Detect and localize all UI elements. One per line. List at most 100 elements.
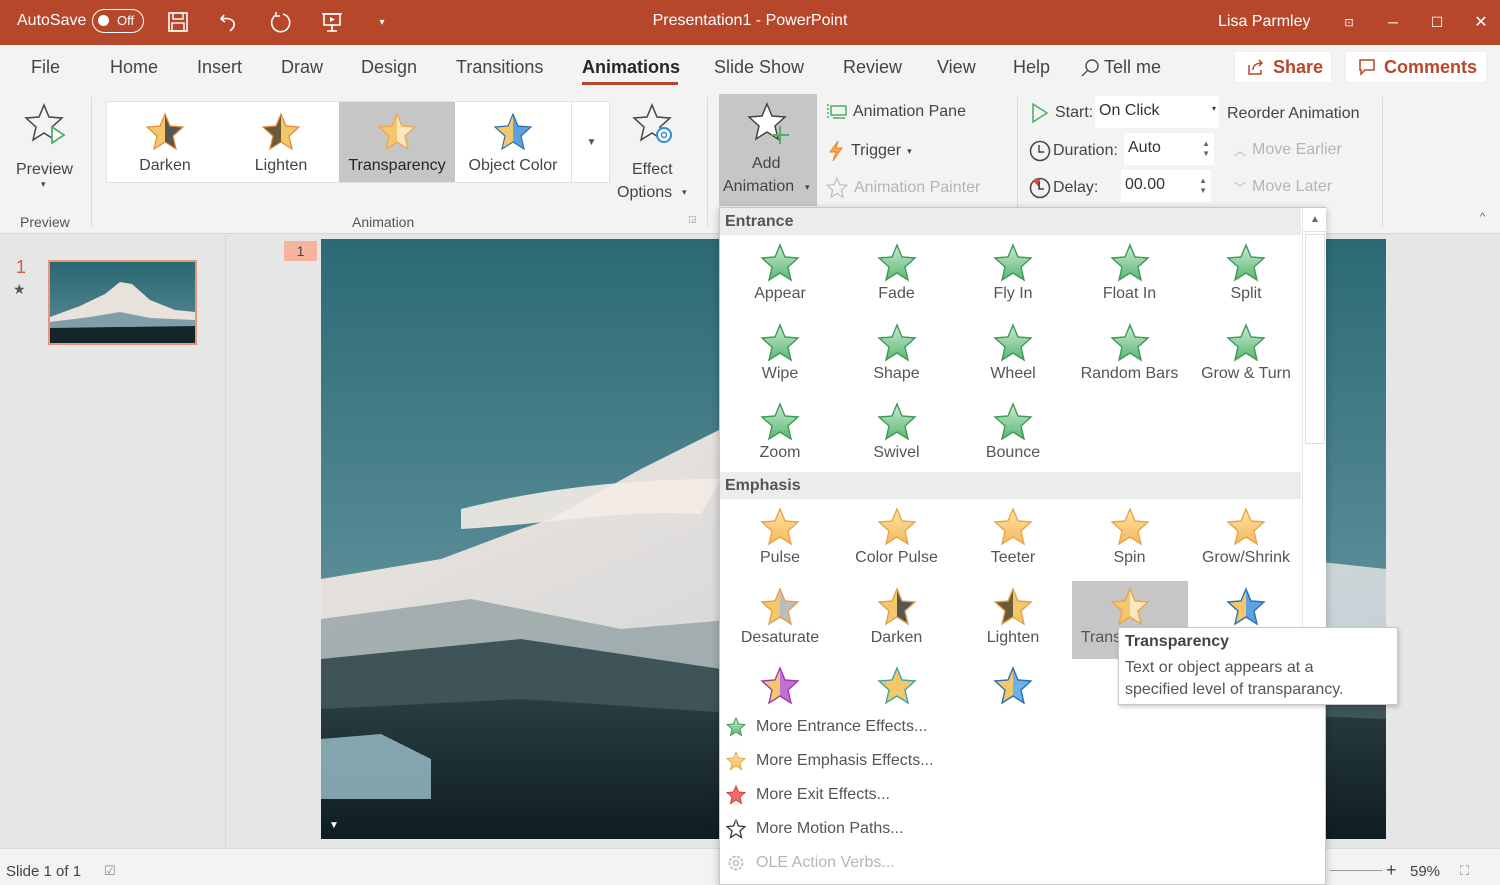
animation-pane-icon bbox=[827, 104, 847, 120]
duration-spinner[interactable]: ▲ ▼ bbox=[1202, 139, 1210, 159]
delay-label: Delay: bbox=[1053, 179, 1099, 196]
share-button[interactable]: Share bbox=[1234, 51, 1332, 83]
effect-grow-shrink[interactable]: Grow/Shrink bbox=[1188, 501, 1304, 579]
duration-input[interactable]: Auto ▲ ▼ bbox=[1124, 133, 1214, 165]
animation-pane-button[interactable]: Animation Pane bbox=[825, 103, 966, 121]
effect-shape[interactable]: Shape bbox=[839, 317, 955, 395]
tab-review[interactable]: Review bbox=[843, 57, 902, 78]
more-motion-paths[interactable]: More Motion Paths... bbox=[720, 813, 1300, 845]
effect-lighten[interactable]: Lighten bbox=[955, 581, 1071, 659]
spin-star-icon bbox=[1110, 508, 1149, 545]
slide-thumbnail[interactable] bbox=[48, 260, 197, 345]
tab-help[interactable]: Help bbox=[1013, 57, 1050, 78]
ribbon-display-options-icon[interactable]: ⊡ bbox=[1337, 10, 1361, 34]
user-name[interactable]: Lisa Parmley bbox=[1218, 13, 1310, 31]
preview-group-label: Preview bbox=[20, 214, 70, 230]
more-emphasis-effects[interactable]: More Emphasis Effects... bbox=[720, 745, 1300, 777]
comments-label: Comments bbox=[1384, 56, 1478, 77]
motion-path-star-icon bbox=[726, 819, 746, 839]
tab-animations[interactable]: Animations bbox=[582, 57, 680, 78]
gallery-item-transparency[interactable]: Transparency bbox=[339, 102, 455, 182]
wipe-star-icon bbox=[761, 323, 799, 361]
accessibility-check-icon[interactable]: ☑ bbox=[104, 863, 116, 879]
dialog-launcher-icon[interactable]: ◲ bbox=[688, 214, 697, 225]
maximize-icon[interactable]: ☐ bbox=[1425, 10, 1449, 34]
trigger-button[interactable]: Trigger ▾ bbox=[827, 140, 912, 162]
slide-info: Slide 1 of 1 bbox=[6, 863, 82, 880]
preview-button[interactable]: Preview ▾ bbox=[10, 99, 82, 199]
comments-button[interactable]: Comments bbox=[1345, 51, 1487, 83]
tab-file[interactable]: File bbox=[31, 57, 60, 78]
start-select[interactable]: On Click ▾ bbox=[1095, 96, 1219, 128]
collapse-ribbon-icon[interactable]: ^ bbox=[1480, 211, 1485, 223]
effect-bounce[interactable]: Bounce bbox=[955, 396, 1071, 474]
gallery-item-darken[interactable]: Darken bbox=[107, 102, 223, 182]
tab-home[interactable]: Home bbox=[110, 57, 158, 78]
effect-zoom[interactable]: Zoom bbox=[722, 396, 838, 474]
effect-label: Grow & Turn bbox=[1201, 364, 1291, 382]
effect-spin[interactable]: Spin bbox=[1072, 501, 1188, 579]
tab-view[interactable]: View bbox=[937, 57, 976, 78]
gallery-item-lighten[interactable]: Lighten bbox=[223, 102, 339, 182]
effect-random-bars[interactable]: Random Bars bbox=[1072, 317, 1188, 395]
more-exit-effects[interactable]: More Exit Effects... bbox=[720, 779, 1300, 811]
dropdown-scrollbar[interactable]: ▲ bbox=[1302, 208, 1327, 688]
zoom-level[interactable]: 59% bbox=[1410, 863, 1440, 880]
tab-design[interactable]: Design bbox=[361, 57, 417, 78]
add-animation-button[interactable]: Add Animation ▾ bbox=[719, 94, 817, 206]
start-play-icon bbox=[1032, 103, 1049, 123]
tooltip-line-2: specified level of transparancy. bbox=[1125, 681, 1344, 698]
object-color-star-icon bbox=[1227, 587, 1265, 625]
tell-me-search[interactable]: Tell me bbox=[1080, 57, 1161, 78]
effect-appear[interactable]: Appear bbox=[722, 237, 838, 315]
animation-indicator-icon: ★ bbox=[13, 281, 26, 297]
move-later-button[interactable]: ﹀ Move Later bbox=[1234, 178, 1332, 196]
preview-star-icon bbox=[24, 103, 66, 145]
effect-swivel[interactable]: Swivel bbox=[839, 396, 955, 474]
effect-teeter[interactable]: Teeter bbox=[955, 501, 1071, 579]
effect-darken[interactable]: Darken bbox=[839, 581, 955, 659]
more-entrance-effects[interactable]: More Entrance Effects... bbox=[720, 711, 1300, 743]
minimize-icon[interactable]: ─ bbox=[1381, 10, 1405, 34]
slide-animation-play-icon[interactable]: ▼ bbox=[329, 820, 339, 831]
effect-wipe[interactable]: Wipe bbox=[722, 317, 838, 395]
tab-draw[interactable]: Draw bbox=[281, 57, 323, 78]
effect-fade[interactable]: Fade bbox=[839, 237, 955, 315]
effect-float-in[interactable]: Float In bbox=[1072, 237, 1188, 315]
effect-options-button[interactable]: Effect Options ▾ bbox=[612, 99, 694, 201]
wheel-star-icon bbox=[994, 323, 1032, 361]
effect-grow-turn[interactable]: Grow & Turn bbox=[1188, 317, 1304, 395]
scrollbar-thumb[interactable] bbox=[1305, 234, 1325, 444]
comment-icon bbox=[1359, 59, 1375, 76]
animation-painter-button[interactable]: Animation Painter bbox=[826, 177, 980, 199]
effect-label: Fade bbox=[878, 285, 915, 302]
zoom-in-icon[interactable]: + bbox=[1386, 860, 1397, 881]
ole-action-verbs[interactable]: OLE Action Verbs... bbox=[720, 847, 1300, 879]
desaturate-star-icon bbox=[761, 587, 799, 625]
gallery-more-button[interactable]: ▼ bbox=[571, 102, 611, 182]
duration-label-group: Duration: bbox=[1029, 140, 1118, 162]
scroll-up-icon[interactable]: ▲ bbox=[1303, 208, 1327, 232]
effect-color-pulse[interactable]: Color Pulse bbox=[839, 501, 955, 579]
delay-input[interactable]: 00.00 ▲ ▼ bbox=[1121, 170, 1211, 202]
effect-label: Darken bbox=[870, 628, 923, 646]
effect-pulse[interactable]: Pulse bbox=[722, 501, 838, 579]
grow-shrink-star-icon bbox=[1227, 508, 1265, 545]
zoom-slider[interactable] bbox=[1330, 870, 1382, 871]
group-separator bbox=[91, 97, 92, 227]
pulse-star-icon bbox=[761, 508, 799, 545]
delay-spinner[interactable]: ▲ ▼ bbox=[1199, 176, 1207, 196]
tab-transitions[interactable]: Transitions bbox=[456, 57, 543, 78]
fade-star-icon bbox=[877, 244, 916, 281]
effect-split[interactable]: Split bbox=[1188, 237, 1304, 315]
tab-slide-show[interactable]: Slide Show bbox=[714, 57, 804, 78]
close-icon[interactable]: ✕ bbox=[1469, 10, 1493, 34]
animation-order-tag[interactable]: 1 bbox=[284, 241, 317, 261]
fit-to-window-icon[interactable]: ⛶ bbox=[1460, 863, 1469, 879]
gallery-item-object-color[interactable]: Object Color bbox=[455, 102, 571, 182]
effect-wheel[interactable]: Wheel bbox=[955, 317, 1071, 395]
effect-desaturate[interactable]: Desaturate bbox=[722, 581, 838, 659]
move-earlier-button[interactable]: ︿ Move Earlier bbox=[1234, 141, 1342, 159]
effect-fly-in[interactable]: Fly In bbox=[955, 237, 1071, 315]
tab-insert[interactable]: Insert bbox=[197, 57, 242, 78]
